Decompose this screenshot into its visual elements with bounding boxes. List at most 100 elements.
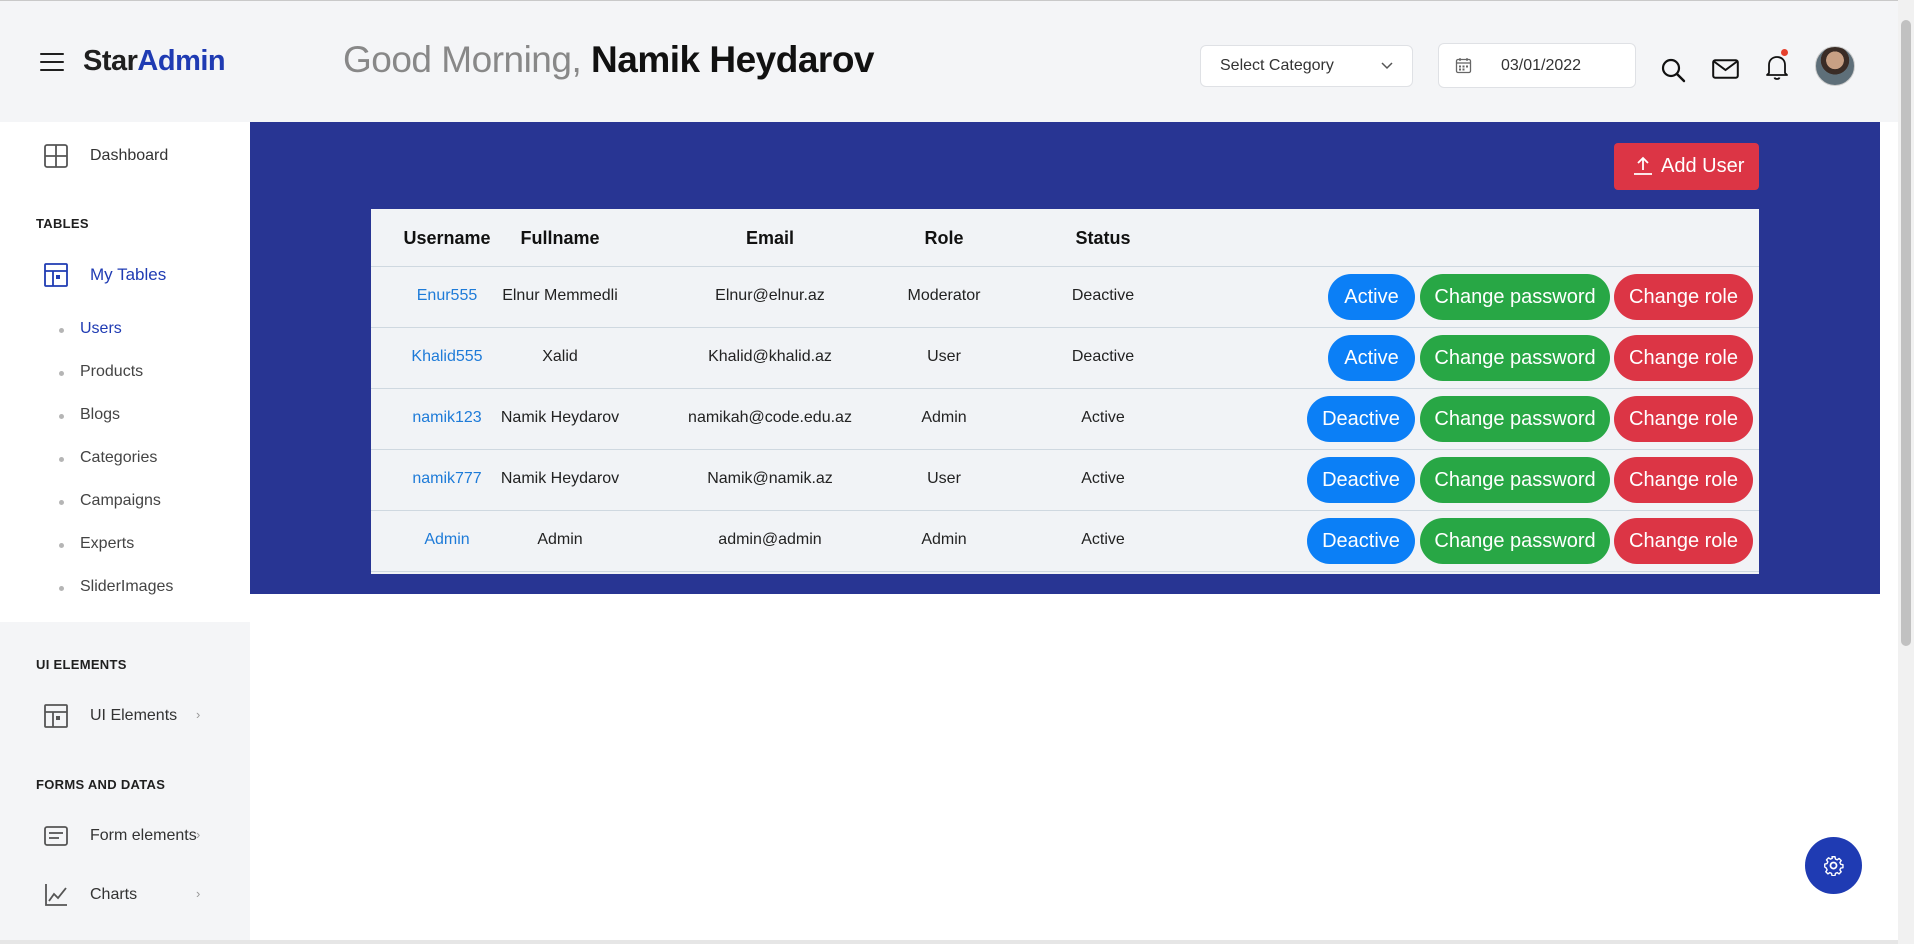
chevron-down-icon xyxy=(1381,62,1393,70)
table-row: namik123 Namik Heydarov namikah@code.edu… xyxy=(371,389,1759,450)
sidebar-item-charts[interactable]: Charts › xyxy=(0,871,250,915)
gear-icon xyxy=(1824,856,1844,876)
change-role-button[interactable]: Change role xyxy=(1614,335,1753,381)
search-icon[interactable] xyxy=(1660,57,1686,83)
grid-icon xyxy=(44,144,68,168)
email-cell: namikah@code.edu.az xyxy=(688,409,852,426)
subitem-label: Campaigns xyxy=(80,492,161,509)
window-bottom-edge xyxy=(0,940,1898,944)
subitem-label: Blogs xyxy=(80,406,121,423)
change-role-button[interactable]: Change role xyxy=(1614,457,1753,503)
status-cell: Active xyxy=(1081,409,1125,426)
change-role-button[interactable]: Change role xyxy=(1614,274,1753,320)
change-password-button[interactable]: Change password xyxy=(1420,274,1610,320)
bell-icon[interactable] xyxy=(1765,53,1789,81)
deactivate-button[interactable]: Deactive xyxy=(1307,518,1415,564)
form-icon xyxy=(44,826,68,846)
scrollbar-thumb[interactable] xyxy=(1901,20,1911,646)
email-cell: Elnur@elnur.az xyxy=(715,287,825,304)
sidebar-item-ui-elements[interactable]: UI Elements › xyxy=(0,692,250,736)
sidebar-item-dashboard[interactable]: Dashboard xyxy=(0,132,250,176)
hamburger-icon[interactable] xyxy=(40,53,64,71)
subitem-label: Experts xyxy=(80,535,135,552)
category-select-value: Select Category xyxy=(1220,57,1334,74)
greeting-text: Good Morning, xyxy=(343,39,582,80)
sidebar-item-label: Dashboard xyxy=(90,147,169,164)
avatar[interactable] xyxy=(1815,46,1855,86)
column-header-fullname: Fullname xyxy=(520,228,600,248)
email-cell: admin@admin xyxy=(718,531,822,548)
sidebar-item-label: Form elements xyxy=(90,827,197,844)
table-header: Username Fullname Email Role Status xyxy=(371,209,1759,267)
chart-line-icon xyxy=(45,884,67,906)
sidebar-subitem-campaigns[interactable]: Campaigns xyxy=(59,492,161,510)
email-cell: Khalid@khalid.az xyxy=(708,348,832,365)
top-navbar: StarAdmin Good Morning, Namik Heydarov S… xyxy=(0,1,1898,122)
change-role-button[interactable]: Change role xyxy=(1614,396,1753,442)
role-cell: User xyxy=(927,470,961,487)
table-row: Enur555 Elnur Memmedli Elnur@elnur.az Mo… xyxy=(371,267,1759,328)
date-value: 03/01/2022 xyxy=(1501,57,1582,74)
table-layout-icon xyxy=(44,263,68,287)
layout-icon xyxy=(44,704,68,728)
status-cell: Active xyxy=(1081,470,1125,487)
sidebar-subitem-products[interactable]: Products xyxy=(58,363,144,381)
logo-admin-text: Admin xyxy=(137,45,226,77)
sidebar-subitem-sliderimages[interactable]: SliderImages xyxy=(58,578,173,596)
activate-button[interactable]: Active xyxy=(1328,335,1415,381)
add-user-label: Add User xyxy=(1661,155,1745,177)
sidebar-subitem-users[interactable]: Users xyxy=(59,320,122,338)
email-cell: Namik@namik.az xyxy=(707,470,833,487)
notification-dot xyxy=(1781,49,1788,56)
subitem-label: Categories xyxy=(80,449,158,466)
settings-fab-button[interactable] xyxy=(1805,837,1862,894)
deactivate-button[interactable]: Deactive xyxy=(1307,457,1415,503)
upload-icon xyxy=(1634,156,1652,175)
status-cell: Active xyxy=(1081,531,1125,548)
greeting-user-name: Namik Heydarov xyxy=(591,39,874,80)
mail-icon[interactable] xyxy=(1712,59,1739,79)
sidebar-subitem-experts[interactable]: Experts xyxy=(58,535,135,553)
sidebar-item-label: Charts xyxy=(90,886,138,903)
fullname-cell: Namik Heydarov xyxy=(500,409,620,426)
sidebar-item-label: UI Elements xyxy=(90,707,178,724)
fullname-cell: Admin xyxy=(537,531,583,548)
subitem-label: Products xyxy=(80,363,144,380)
sidebar-subitem-blogs[interactable]: Blogs xyxy=(58,406,121,424)
table-row: Khalid555 Xalid Khalid@khalid.az User De… xyxy=(371,328,1759,389)
section-title-forms: FORMS AND DATAS xyxy=(36,777,166,792)
category-select[interactable]: Select Category xyxy=(1200,45,1413,87)
calendar-icon xyxy=(1455,58,1472,74)
fullname-cell: Elnur Memmedli xyxy=(502,287,618,304)
fullname-cell: Xalid xyxy=(542,348,578,365)
chevron-right-icon: › xyxy=(196,827,201,842)
role-cell: Moderator xyxy=(907,287,981,304)
column-header-role: Role xyxy=(924,228,964,248)
column-header-status: Status xyxy=(1075,228,1131,248)
sidebar-item-my-tables[interactable]: My Tables xyxy=(0,251,250,295)
sidebar-item-form-elements[interactable]: Form elements › xyxy=(0,812,250,856)
table-row: Admin Admin admin@admin Admin Active Dea… xyxy=(371,511,1759,572)
table-row: namik777 Namik Heydarov Namik@namik.az U… xyxy=(371,450,1759,511)
brand-logo[interactable]: StarAdmin xyxy=(83,45,226,78)
status-cell: Deactive xyxy=(1071,287,1135,304)
role-cell: Admin xyxy=(921,531,967,548)
add-user-button[interactable]: Add User xyxy=(1614,143,1759,190)
sidebar: Dashboard TABLES My Tables Users Product… xyxy=(0,122,250,944)
sidebar-subitem-categories[interactable]: Categories xyxy=(58,449,158,467)
section-title-tables: TABLES xyxy=(36,216,89,231)
date-picker[interactable]: 03/01/2022 xyxy=(1438,43,1636,88)
change-password-button[interactable]: Change password xyxy=(1420,396,1610,442)
users-table: Username Fullname Email Role Status Enur… xyxy=(371,209,1759,574)
change-role-button[interactable]: Change role xyxy=(1614,518,1753,564)
change-password-button[interactable]: Change password xyxy=(1420,457,1610,503)
change-password-button[interactable]: Change password xyxy=(1420,518,1610,564)
role-cell: Admin xyxy=(921,409,967,426)
change-password-button[interactable]: Change password xyxy=(1420,335,1610,381)
sidebar-item-label: My Tables xyxy=(90,265,167,284)
activate-button[interactable]: Active xyxy=(1328,274,1415,320)
column-header-email: Email xyxy=(745,228,795,248)
deactivate-button[interactable]: Deactive xyxy=(1307,396,1415,442)
fullname-cell: Namik Heydarov xyxy=(500,470,620,487)
chevron-right-icon: › xyxy=(196,886,201,901)
